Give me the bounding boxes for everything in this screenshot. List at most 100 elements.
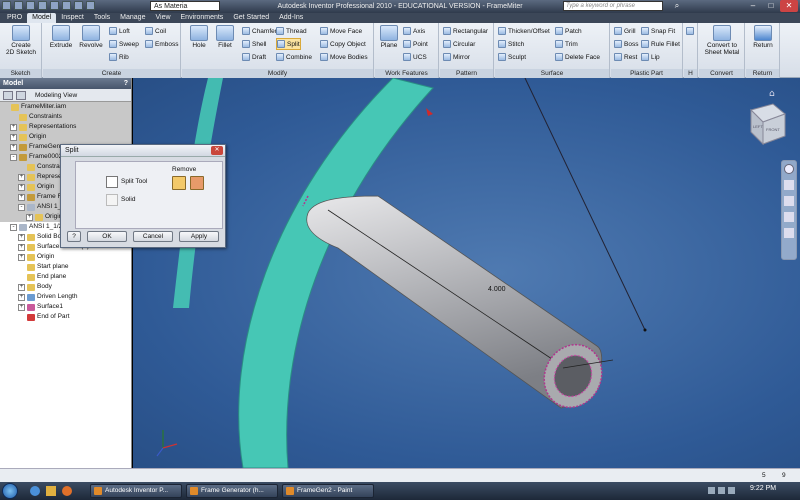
boss-button[interactable]: Boss <box>614 38 638 50</box>
ucs-button[interactable]: UCS <box>403 51 427 63</box>
expand-toggle[interactable]: - <box>10 223 17 231</box>
plane-button[interactable]: Plane <box>377 25 401 49</box>
expand-toggle[interactable]: + <box>18 243 25 251</box>
rib-button[interactable]: Rib <box>109 51 129 63</box>
app-menu-icon[interactable] <box>2 1 11 10</box>
split-button[interactable]: Split <box>276 38 301 50</box>
shell-button[interactable]: Shell <box>242 38 266 50</box>
maximize-button[interactable]: □ <box>762 0 780 12</box>
snap-fit-button[interactable]: Snap Fit <box>641 25 675 37</box>
taskbar-button[interactable]: FrameGen2 - Paint <box>282 484 374 498</box>
hole-button[interactable]: Hole <box>186 25 212 49</box>
viewcube[interactable]: LEFT FRONT <box>750 103 786 146</box>
graphics-viewport[interactable]: 4.000 LEFT FRONT ⌂ <box>133 78 800 468</box>
move-face-button[interactable]: Move Face <box>320 25 362 37</box>
tab-tools[interactable]: Tools <box>89 13 115 23</box>
start-button[interactable] <box>2 483 18 499</box>
create-sketch-button[interactable]: Create 2D Sketch <box>4 25 38 56</box>
tab-model[interactable]: Model <box>27 13 57 23</box>
tree-item[interactable]: + Origin <box>0 132 131 142</box>
sweep-button[interactable]: Sweep <box>109 38 139 50</box>
move-bodies-button[interactable]: Move Bodies <box>320 51 368 63</box>
explorer-icon[interactable] <box>46 486 56 496</box>
tab-inspect[interactable]: Inspect <box>56 13 89 23</box>
search-icon[interactable]: ⌕ <box>668 0 686 12</box>
modeling-view-dropdown[interactable]: Modeling View <box>35 92 77 99</box>
dialog-close-button[interactable]: ✕ <box>211 146 223 155</box>
undo-icon[interactable] <box>50 1 59 10</box>
stitch-button[interactable]: Stitch <box>498 38 524 50</box>
apply-button[interactable]: Apply <box>179 231 219 242</box>
ok-button[interactable]: OK <box>87 231 127 242</box>
look-at-icon[interactable] <box>784 228 794 238</box>
tab-environments[interactable]: Environments <box>176 13 229 23</box>
tree-item[interactable]: + Body <box>0 282 131 292</box>
minimize-button[interactable]: – <box>744 0 762 12</box>
dialog-help-button[interactable]: ? <box>67 231 81 242</box>
lip-button[interactable]: Lip <box>641 51 660 63</box>
extrude-button[interactable]: Extrude <box>47 25 75 49</box>
thicken-offset-button[interactable]: Thicken/Offset <box>498 25 550 37</box>
expand-toggle[interactable]: + <box>18 283 25 291</box>
revolve-button[interactable]: Revolve <box>77 25 105 49</box>
tree-item[interactable]: Constraints <box>0 112 131 122</box>
sculpt-button[interactable]: Sculpt <box>498 51 526 63</box>
mirror-button[interactable]: Mirror <box>443 51 470 63</box>
expand-toggle[interactable]: + <box>10 123 17 131</box>
taskbar-button[interactable]: Frame Generator (h... <box>186 484 278 498</box>
appearance-icon[interactable] <box>86 1 95 10</box>
home-icon[interactable]: ⌂ <box>769 89 775 99</box>
expand-toggle[interactable]: + <box>18 233 25 241</box>
copy-object-button[interactable]: Copy Object <box>320 38 366 50</box>
expand-toggle[interactable]: + <box>18 253 25 261</box>
remove-side-2-icon[interactable] <box>190 176 204 190</box>
point-button[interactable]: Point <box>403 38 428 50</box>
firefox-icon[interactable] <box>62 486 72 496</box>
search-input[interactable]: Type a keyword or phrase <box>563 1 663 11</box>
expand-toggle[interactable]: + <box>18 173 25 181</box>
axis-button[interactable]: Axis <box>403 25 425 37</box>
open-icon[interactable] <box>26 1 35 10</box>
close-button[interactable]: ✕ <box>780 0 798 12</box>
thread-button[interactable]: Thread <box>276 25 307 37</box>
tab-pro[interactable]: PRO <box>2 13 27 23</box>
expand-toggle[interactable]: + <box>10 143 17 151</box>
convert-to-sheet-metal-button[interactable]: Convert to Sheet Metal <box>700 25 744 56</box>
expand-toggle[interactable]: - <box>10 153 17 161</box>
trim-button[interactable]: Trim <box>555 38 578 50</box>
return-button[interactable]: Return <box>748 25 778 49</box>
cancel-button[interactable]: Cancel <box>133 231 173 242</box>
select-icon[interactable] <box>74 1 83 10</box>
ie-icon[interactable] <box>30 486 40 496</box>
tray-flag-icon[interactable] <box>728 487 735 494</box>
tray-network-icon[interactable] <box>708 487 715 494</box>
zoom-icon[interactable] <box>784 196 794 206</box>
emboss-button[interactable]: Emboss <box>145 38 178 50</box>
rectangular-button[interactable]: Rectangular <box>443 25 488 37</box>
rest-button[interactable]: Rest <box>614 51 637 63</box>
steering-wheel-icon[interactable] <box>784 164 794 174</box>
remove-side-1-icon[interactable] <box>172 176 186 190</box>
clock[interactable]: 9:22 PM <box>750 485 776 492</box>
loft-button[interactable]: Loft <box>109 25 130 37</box>
tree-item[interactable]: + Representations <box>0 122 131 132</box>
rule-fillet-button[interactable]: Rule Fillet <box>641 38 680 50</box>
pan-icon[interactable] <box>784 180 794 190</box>
combine-button[interactable]: Combine <box>276 51 312 63</box>
expand-toggle[interactable]: + <box>10 133 17 141</box>
expand-toggle[interactable]: + <box>26 213 33 221</box>
coil-button[interactable]: Coil <box>145 25 166 37</box>
taskbar-button[interactable]: Autodesk Inventor P... <box>90 484 182 498</box>
patch-button[interactable]: Patch <box>555 25 582 37</box>
delete-face-button[interactable]: Delete Face <box>555 51 600 63</box>
harness-button[interactable] <box>686 25 696 37</box>
chamfer-button[interactable]: Chamfer <box>242 25 277 37</box>
split-tool-select-icon[interactable] <box>106 176 118 188</box>
material-dropdown[interactable]: As Materia <box>150 1 220 11</box>
expand-toggle[interactable]: - <box>18 203 25 211</box>
browser-options-icon[interactable] <box>16 90 26 100</box>
tree-item[interactable]: + Origin <box>0 252 131 262</box>
filter-icon[interactable] <box>3 90 13 100</box>
tree-item[interactable]: FrameMiter.iam <box>0 102 131 112</box>
tab-add-ins[interactable]: Add-Ins <box>274 13 308 23</box>
